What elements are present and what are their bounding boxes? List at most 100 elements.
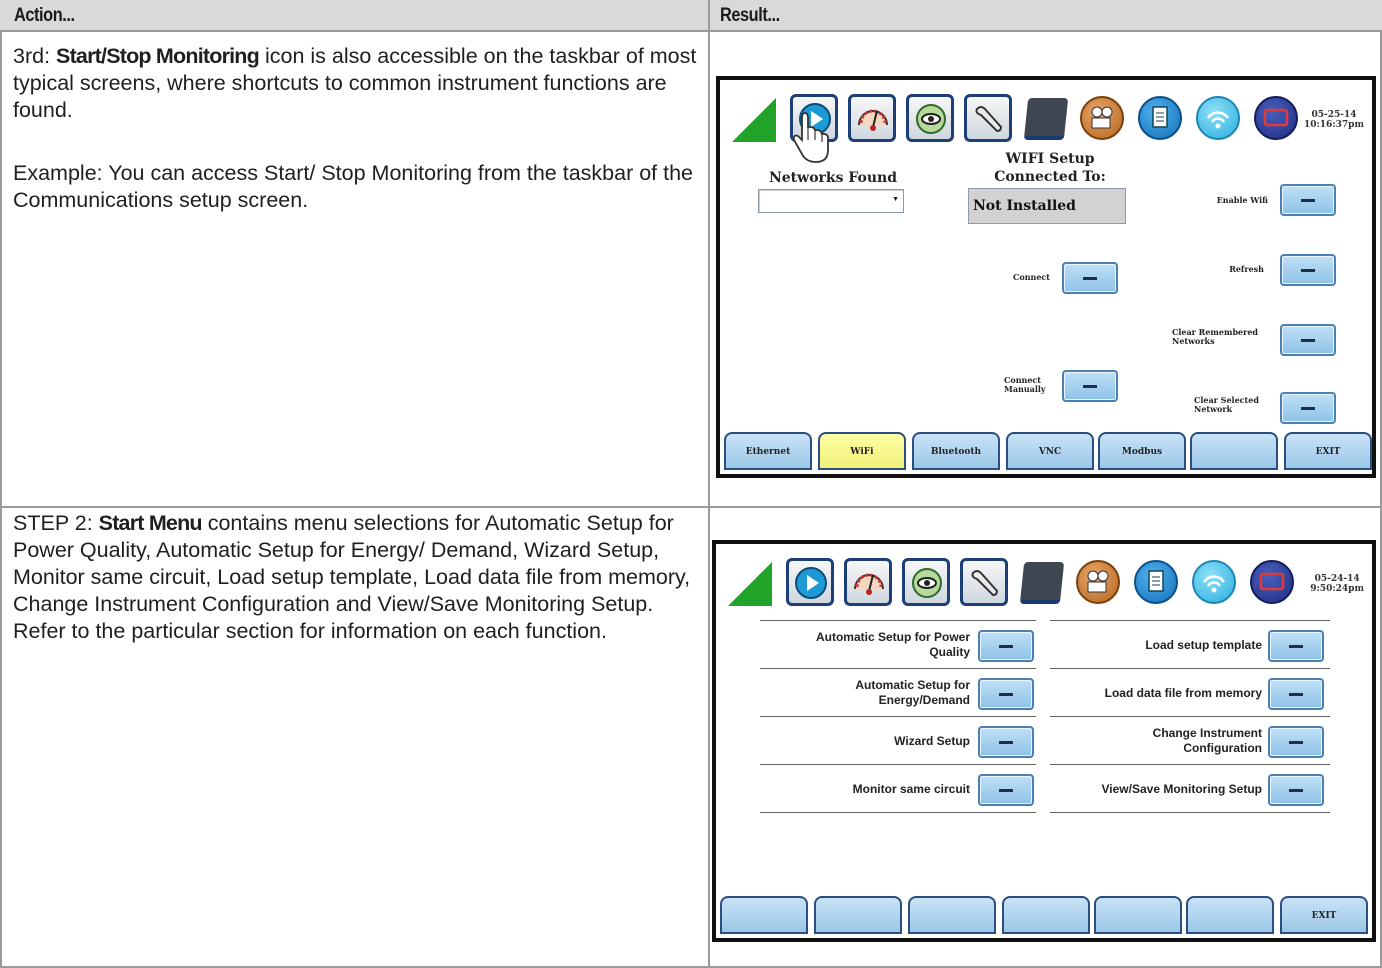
menu-divider — [1050, 812, 1330, 813]
clear-selected-label: Clear Selected Network — [1194, 396, 1274, 414]
tab-4[interactable] — [1002, 896, 1090, 934]
column-divider — [708, 0, 710, 968]
menu-item-view-save: View/Save Monitoring Setup — [1101, 782, 1262, 796]
connect-label: Connect — [1013, 272, 1050, 282]
row2-bold-term: Start Menu — [98, 511, 203, 535]
screen-icon[interactable] — [1250, 560, 1294, 604]
menu-divider — [1050, 764, 1330, 765]
menu-divider — [760, 620, 1036, 621]
datetime-readout: 05-24-14 9:50:24pm — [1310, 574, 1364, 594]
row1-example-text: Example: You can access Start/ Stop Moni… — [13, 161, 694, 212]
tab-6[interactable] — [1186, 896, 1274, 934]
table-header-row: Action... Result... — [0, 0, 1382, 32]
camera-icon[interactable] — [1080, 96, 1124, 140]
tab-5[interactable] — [1094, 896, 1182, 934]
meter-icon[interactable] — [848, 94, 896, 142]
time-text: 9:50:24pm — [1310, 584, 1364, 594]
camera-icon[interactable] — [1076, 560, 1120, 604]
screen-icon[interactable] — [1254, 96, 1298, 140]
date-text: 05-24-14 — [1314, 574, 1360, 584]
scope-icon[interactable] — [902, 558, 950, 606]
row1-bold-term: Start/Stop Monitoring — [56, 44, 260, 68]
clear-remembered-line2: Networks — [1172, 336, 1215, 346]
menu-divider — [1050, 668, 1330, 669]
auto-setup-pq-button[interactable] — [978, 630, 1034, 662]
header-result: Result... — [720, 5, 780, 26]
tab-wifi[interactable]: WiFi — [818, 432, 906, 470]
enable-wifi-label: Enable Wifi — [1216, 195, 1268, 205]
clear-selected-line2: Network — [1194, 404, 1233, 414]
load-template-button[interactable] — [1268, 630, 1324, 662]
document-icon[interactable] — [1134, 560, 1178, 604]
auto-setup-energy-button[interactable] — [978, 678, 1034, 710]
menu-item-auto-setup-energy: Automatic Setup for Energy/Demand — [760, 678, 970, 708]
wizard-setup-button[interactable] — [978, 726, 1034, 758]
connect-manually-label: Connect Manually — [1004, 376, 1064, 394]
tablet-icon[interactable] — [1019, 562, 1065, 604]
tab-ethernet[interactable]: Ethernet — [724, 432, 812, 470]
tab-empty[interactable] — [1190, 432, 1278, 470]
scope-icon[interactable] — [906, 94, 954, 142]
menu-item-wizard-setup: Wizard Setup — [894, 734, 970, 748]
time-text: 10:16:37pm — [1303, 120, 1364, 130]
clear-remembered-label: Clear Remembered Networks — [1172, 328, 1272, 346]
menu-divider — [1050, 716, 1330, 717]
menu-text: Configuration — [1183, 741, 1262, 755]
signal-triangle-icon — [728, 562, 772, 606]
menu-item-auto-setup-pq: Automatic Setup for Power Quality — [760, 630, 970, 660]
menu-text: Automatic Setup for Power — [815, 630, 970, 644]
tab-vnc[interactable]: VNC — [1006, 432, 1094, 470]
networks-dropdown[interactable]: ▼ — [758, 189, 904, 213]
tab-exit[interactable]: EXIT — [1280, 896, 1368, 934]
menu-text: Quality — [929, 645, 970, 659]
menu-divider — [760, 764, 1036, 765]
wifi-setup-screen: 05-25-14 10:16:37pm WIFI Setup Connected … — [716, 76, 1376, 478]
menu-item-load-data: Load data file from memory — [1104, 686, 1262, 700]
tab-exit[interactable]: EXIT — [1284, 432, 1372, 470]
menu-divider — [760, 812, 1036, 813]
tablet-icon[interactable] — [1023, 98, 1069, 140]
top-taskbar-2: 05-24-14 9:50:24pm — [716, 544, 1372, 616]
enable-wifi-button[interactable] — [1280, 184, 1336, 216]
clear-remembered-button[interactable] — [1280, 324, 1336, 356]
menu-divider — [1050, 620, 1330, 621]
monitor-same-button[interactable] — [978, 774, 1034, 806]
start-menu-screen: 05-24-14 9:50:24pm Automatic Setup for Po… — [712, 540, 1376, 942]
tab-1[interactable] — [720, 896, 808, 934]
date-text: 05-25-14 — [1311, 110, 1357, 120]
change-config-button[interactable] — [1268, 726, 1324, 758]
load-data-button[interactable] — [1268, 678, 1324, 710]
tab-2[interactable] — [814, 896, 902, 934]
wifi-icon[interactable] — [1196, 96, 1240, 140]
wrench-icon[interactable] — [960, 558, 1008, 606]
wifi-icon[interactable] — [1192, 560, 1236, 604]
dropdown-arrow-icon: ▼ — [892, 196, 899, 203]
view-save-button[interactable] — [1268, 774, 1324, 806]
menu-text: Energy/Demand — [878, 693, 970, 707]
menu-divider — [760, 668, 1036, 669]
networks-found-label: Networks Found — [768, 170, 898, 186]
menu-text: Change Instrument — [1152, 726, 1262, 740]
menu-item-load-template: Load setup template — [1145, 638, 1262, 652]
refresh-button[interactable] — [1280, 254, 1336, 286]
row1-action-text: 3rd: Start/Stop Monitoring icon is also … — [13, 43, 703, 124]
tab-3[interactable] — [908, 896, 996, 934]
connect-manually-button[interactable] — [1062, 370, 1118, 402]
connect-button[interactable] — [1062, 262, 1118, 294]
datetime-readout: 05-25-14 10:16:37pm — [1304, 110, 1364, 130]
connect-manually-line2: Manually — [1004, 384, 1046, 394]
start-stop-icon[interactable] — [786, 558, 834, 606]
tab-modbus[interactable]: Modbus — [1098, 432, 1186, 470]
menu-item-monitor-same: Monitor same circuit — [852, 782, 970, 796]
row2-action-text: STEP 2: Start Menu contains menu selecti… — [13, 510, 703, 645]
clear-selected-button[interactable] — [1280, 392, 1336, 424]
wrench-icon[interactable] — [964, 94, 1012, 142]
meter-icon[interactable] — [844, 558, 892, 606]
row2-prefix: STEP 2: — [13, 511, 99, 535]
signal-triangle-icon — [732, 98, 776, 142]
menu-divider — [760, 716, 1036, 717]
wifi-setup-title: WIFI Setup — [1005, 151, 1095, 167]
connected-value: Not Installed — [968, 188, 1126, 224]
document-icon[interactable] — [1138, 96, 1182, 140]
tab-bluetooth[interactable]: Bluetooth — [912, 432, 1000, 470]
